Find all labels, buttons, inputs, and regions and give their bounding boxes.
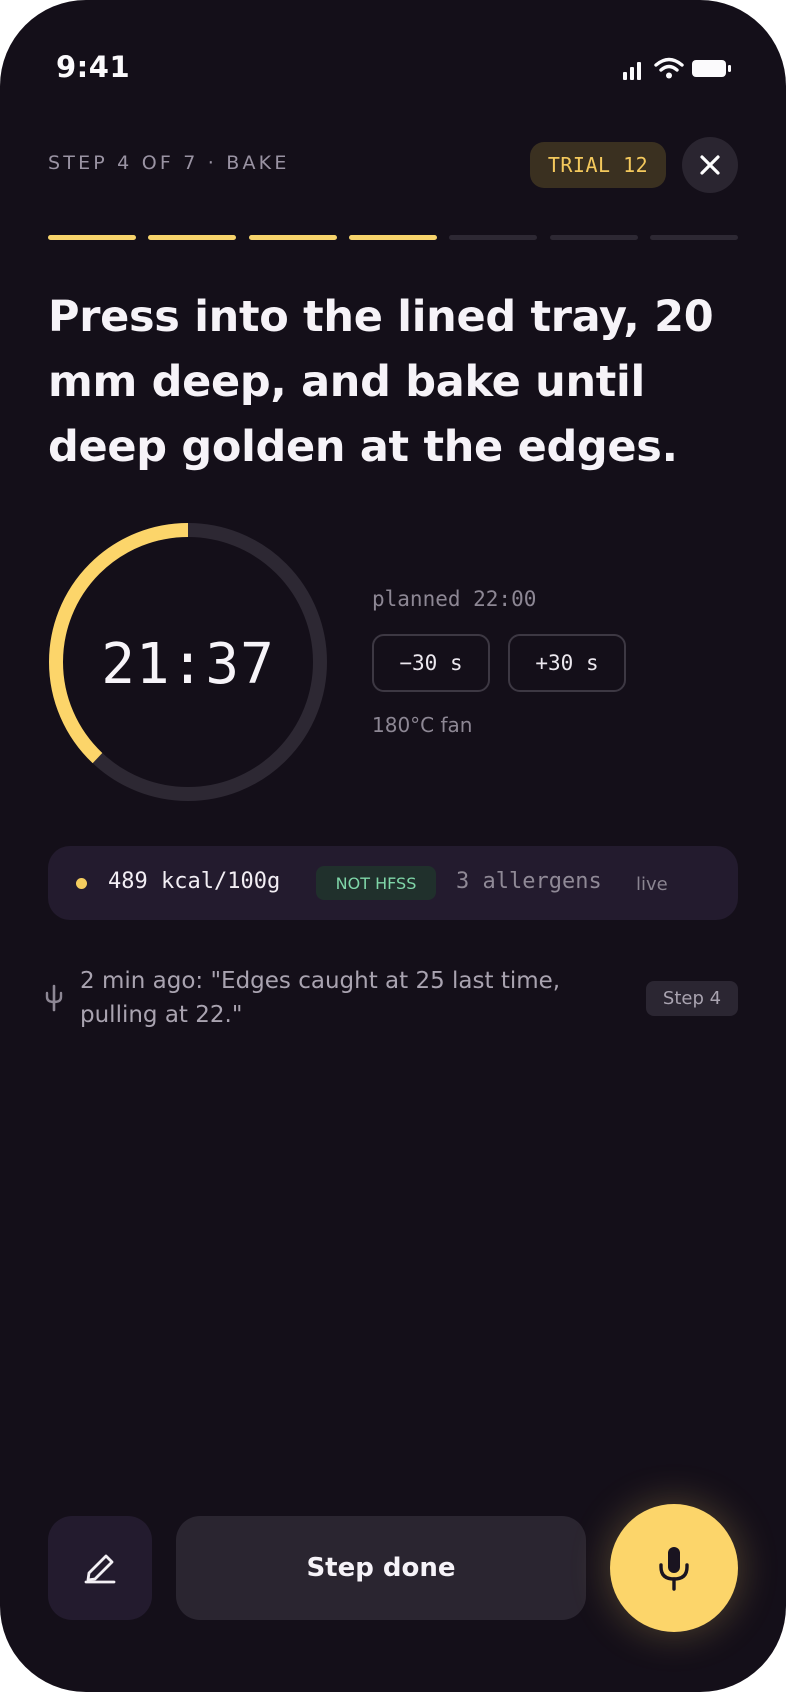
allergens-count: 3 allergens (456, 869, 602, 894)
step-instruction: Press into the lined tray, 20 mm deep, a… (48, 292, 714, 472)
trial-badge: TRIAL 12 (530, 142, 666, 188)
progress-segment (348, 235, 437, 240)
progress-segment (148, 235, 237, 240)
progress-segment (449, 235, 538, 240)
progress-segment (549, 235, 638, 240)
close-icon (700, 155, 720, 175)
planned-time: planned 22:00 (372, 587, 537, 611)
progress-segment (649, 235, 738, 240)
step-label: STEP 4 OF 7 · BAKE (48, 152, 290, 174)
battery-icon (692, 60, 731, 77)
edit-button[interactable] (48, 1516, 152, 1620)
timer-remaining: 21:37 (101, 632, 275, 697)
wifi-icon (654, 57, 684, 79)
microphone-button[interactable] (610, 1504, 738, 1632)
status-dot (76, 878, 87, 889)
voice-note-step-chip[interactable]: Step 4 (646, 981, 738, 1016)
progress-segment (48, 235, 136, 240)
live-label: live (636, 874, 668, 895)
mic-note-icon (45, 984, 63, 1012)
progress-segment (248, 235, 337, 240)
oven-setting: 180°C fan (372, 713, 473, 737)
minus-30s-button[interactable]: −30 s (372, 634, 490, 692)
microphone-icon (659, 1547, 689, 1591)
kcal-value: 489 kcal/100g (108, 869, 281, 894)
pencil-icon (84, 1554, 116, 1584)
plus-30s-button[interactable]: +30 s (508, 634, 626, 692)
signal-icon (623, 62, 641, 80)
voice-note-text: 2 min ago: "Edges caught at 25 last time… (80, 968, 561, 1028)
phone-screen: 9:41 STEP 4 OF 7 · BAKE TRIAL 12 Press i… (0, 0, 786, 1692)
close-button[interactable] (682, 137, 738, 193)
hfss-badge: NOT HFSS (316, 866, 436, 900)
step-done-button[interactable]: Step done (176, 1516, 586, 1620)
status-time: 9:41 (56, 50, 131, 84)
